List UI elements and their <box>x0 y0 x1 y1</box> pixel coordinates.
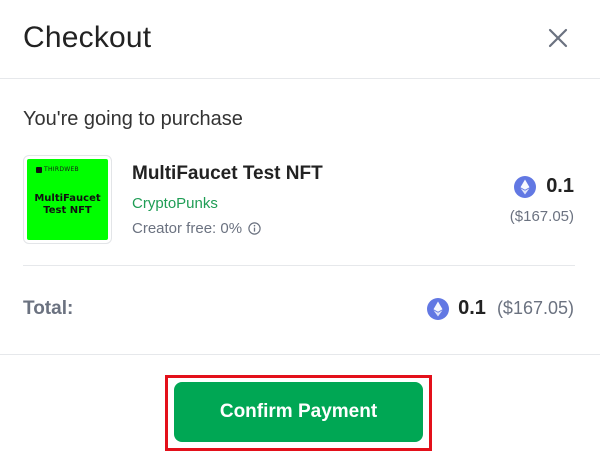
nft-name: MultiFaucet Test NFT <box>132 163 323 184</box>
creator-fee: Creator free: 0% <box>132 220 261 237</box>
nft-image: THIRDWEB MultiFaucet Test NFT <box>27 159 108 240</box>
thumbnail-title: MultiFaucet Test NFT <box>27 193 108 217</box>
total-label: Total: <box>23 298 74 319</box>
purchase-intro: You're going to purchase <box>23 108 243 130</box>
nft-thumbnail: THIRDWEB MultiFaucet Test NFT <box>23 155 112 244</box>
thumbnail-brand-text: THIRDWEB <box>44 166 79 173</box>
thumbnail-title-line1: MultiFaucet <box>34 193 101 204</box>
close-icon[interactable] <box>546 26 570 50</box>
total-price: 0.1 ($167.05) <box>427 297 574 320</box>
total-price-usd: ($167.05) <box>496 298 574 318</box>
brand-logo-icon <box>36 166 42 173</box>
item-price: 0.1 <box>514 175 574 198</box>
checkout-header: Checkout <box>0 0 600 79</box>
total-price-value: 0.1 <box>458 297 486 319</box>
collection-link[interactable]: CryptoPunks <box>132 195 218 212</box>
item-price-usd: ($167.05) <box>509 208 574 225</box>
checkout-body: You're going to purchase THIRDWEB MultiF… <box>0 79 600 355</box>
info-icon[interactable] <box>248 222 261 235</box>
thumbnail-title-line2: Test NFT <box>43 205 92 216</box>
creator-fee-label: Creator free: 0% <box>132 220 243 237</box>
page-title: Checkout <box>23 21 152 54</box>
divider <box>23 265 575 266</box>
confirm-payment-button[interactable]: Confirm Payment <box>174 382 423 442</box>
checkout-footer: Confirm Payment <box>0 355 600 458</box>
thumbnail-brand: THIRDWEB <box>36 166 79 173</box>
ethereum-icon <box>427 297 450 320</box>
ethereum-icon <box>514 175 537 198</box>
item-price-value: 0.1 <box>546 175 574 197</box>
